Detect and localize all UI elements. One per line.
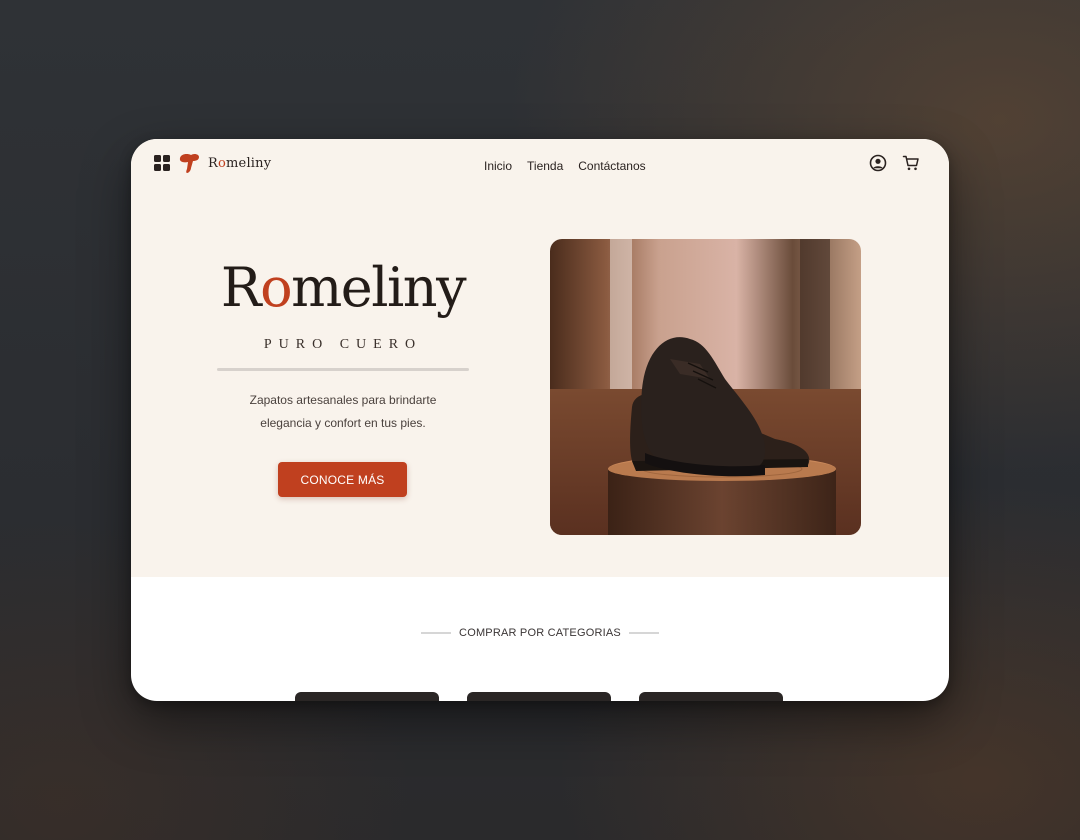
category-card[interactable] — [467, 692, 611, 701]
user-account-icon[interactable] — [869, 154, 887, 172]
hero-product-image — [550, 239, 861, 535]
hero-section: Romeliny Inicio Tienda Contáctanos Romel… — [131, 139, 949, 577]
category-card[interactable] — [295, 692, 439, 701]
hero-title: Romeliny — [220, 256, 467, 319]
heading-line-right — [629, 632, 659, 634]
nav-link-inicio[interactable]: Inicio — [484, 159, 512, 173]
browser-frame: Romeliny Inicio Tienda Contáctanos Romel… — [131, 139, 949, 701]
shopping-cart-icon[interactable] — [902, 154, 920, 172]
nav-link-tienda[interactable]: Tienda — [527, 159, 563, 173]
hero-divider — [217, 368, 469, 371]
heading-line-left — [421, 632, 451, 634]
top-navbar: Romeliny Inicio Tienda Contáctanos — [131, 139, 949, 189]
nav-menu: Inicio Tienda Contáctanos — [484, 159, 646, 173]
categories-heading: COMPRAR POR CATEGORIAS — [421, 625, 659, 641]
nav-link-contactanos[interactable]: Contáctanos — [578, 159, 645, 173]
conoce-mas-button[interactable]: CONOCE MÁS — [278, 462, 407, 497]
categories-title: COMPRAR POR CATEGORIAS — [459, 627, 621, 639]
hero-tagline: PURO CUERO — [263, 337, 423, 352]
hero-description: Zapatos artesanales para brindarte elega… — [249, 393, 437, 430]
logo-text[interactable]: Romeliny — [208, 156, 271, 171]
grid-menu-icon[interactable] — [154, 155, 170, 171]
category-card[interactable] — [639, 692, 783, 701]
logo-mark-icon[interactable] — [177, 152, 201, 174]
